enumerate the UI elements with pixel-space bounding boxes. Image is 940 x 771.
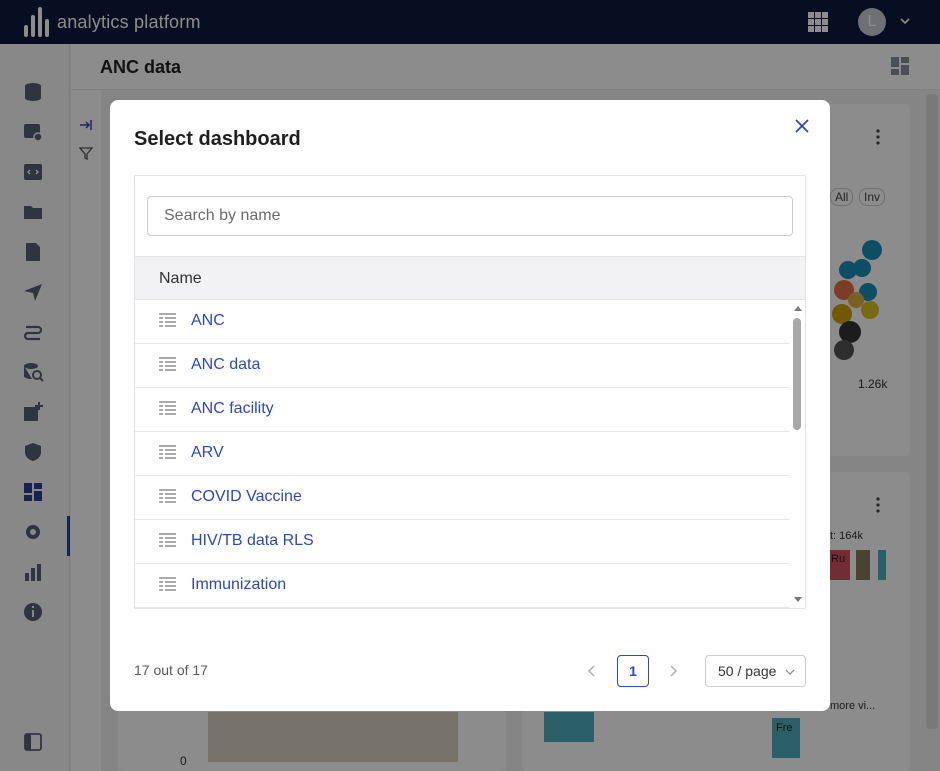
chevron-right-icon[interactable]: [663, 661, 683, 681]
scroll-thumb[interactable]: [793, 318, 801, 430]
list-icon: [159, 533, 176, 547]
list-icon: [159, 577, 176, 591]
search-input[interactable]: [147, 196, 793, 236]
chevron-left-icon[interactable]: [582, 661, 602, 681]
list-item-label: Immunization: [191, 576, 287, 593]
list-item[interactable]: ANC facility: [135, 388, 790, 432]
list-item-label: HIV/TB data RLS: [191, 532, 314, 549]
column-header-name[interactable]: Name: [159, 270, 202, 288]
list-icon: [159, 357, 176, 371]
list-item-label: ARV: [191, 444, 224, 461]
list-item[interactable]: HIV/TB data RLS: [135, 520, 790, 564]
dashboard-list-panel: Name ANC ANC data ANC facility ARV COVID…: [134, 175, 806, 609]
list-icon: [159, 313, 176, 327]
select-dashboard-modal: Select dashboard Name ANC ANC data ANC f…: [110, 100, 830, 711]
page-number-current[interactable]: 1: [617, 655, 649, 687]
list-item-label: ANC data: [191, 356, 261, 373]
page-size-select[interactable]: 50 / page: [705, 655, 806, 687]
list-icon: [159, 489, 176, 503]
close-icon[interactable]: [793, 117, 811, 135]
table-header: Name: [135, 256, 805, 300]
list-item[interactable]: Immunization: [135, 564, 790, 608]
dashboard-list: ANC ANC data ANC facility ARV COVID Vacc…: [135, 300, 790, 608]
page-size-value: 50 / page: [718, 663, 777, 679]
scroll-up-icon[interactable]: [794, 306, 802, 311]
result-count: 17 out of 17: [134, 662, 208, 678]
list-item-label: ANC facility: [191, 400, 274, 417]
list-item-label: COVID Vaccine: [191, 488, 302, 505]
list-item[interactable]: ANC data: [135, 344, 790, 388]
list-item[interactable]: ARV: [135, 432, 790, 476]
scroll-down-icon[interactable]: [794, 597, 802, 602]
modal-title: Select dashboard: [134, 128, 301, 150]
chevron-down-icon: [785, 669, 795, 675]
list-scrollbar[interactable]: [791, 300, 805, 608]
list-icon: [159, 401, 176, 415]
list-item-label: ANC: [191, 312, 225, 329]
list-item[interactable]: COVID Vaccine: [135, 476, 790, 520]
list-item[interactable]: ANC: [135, 300, 790, 344]
list-icon: [159, 445, 176, 459]
